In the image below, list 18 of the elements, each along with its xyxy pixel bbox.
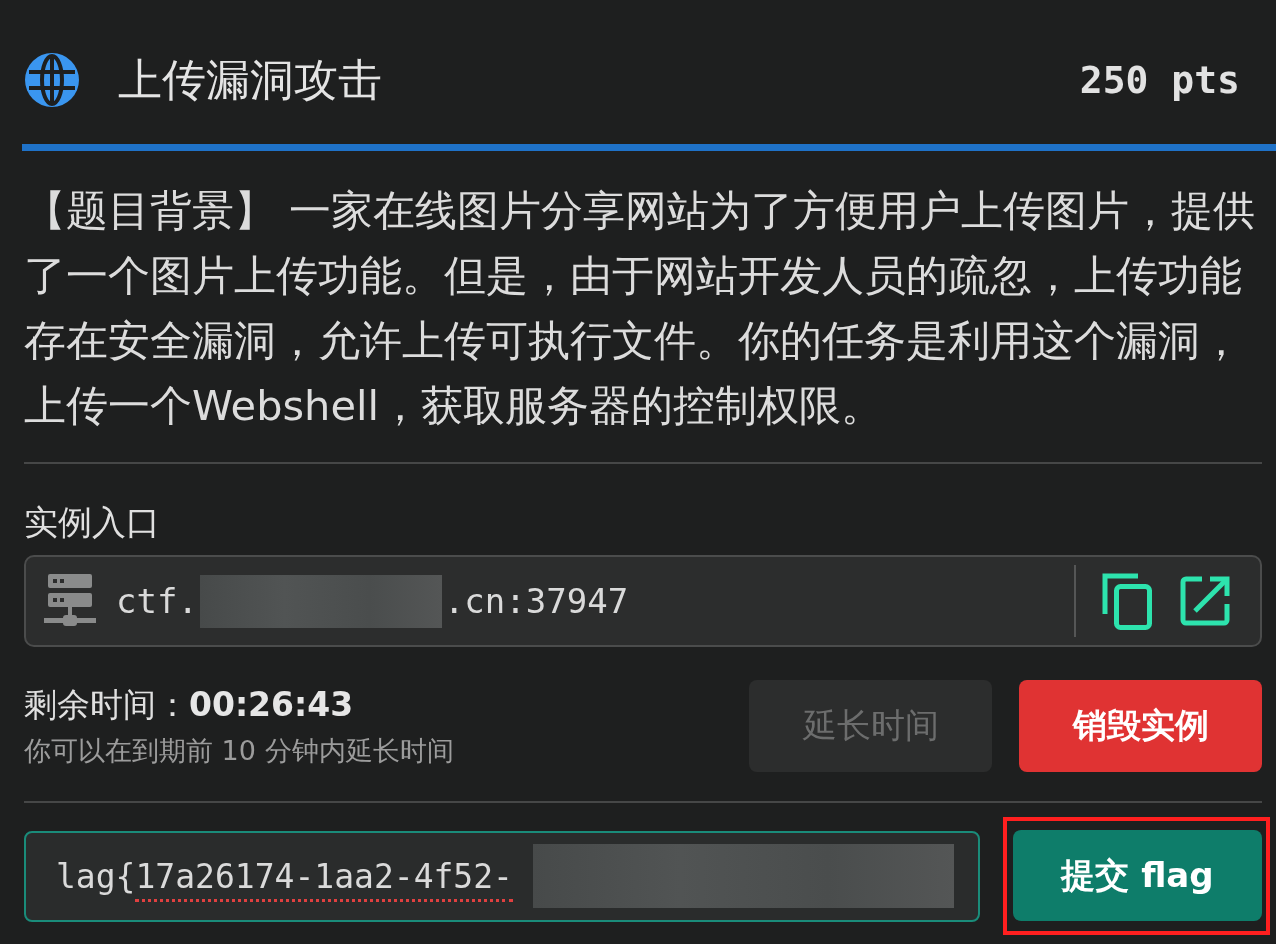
section-label: 实例入口 — [24, 501, 160, 543]
address-text: .cn:37947 — [443, 581, 629, 621]
points-text: 250 pts — [1079, 58, 1240, 102]
flag-text: lag{ — [56, 856, 136, 898]
submit-flag-button[interactable]: 提交 flag — [1013, 830, 1262, 921]
time-value: 00:26:43 — [189, 684, 354, 726]
flag-text: 17a26174-1aa2-4f52- — [135, 856, 513, 902]
flag-input[interactable]: lag{17a26174-1aa2-4f52- — [24, 830, 980, 922]
challenge-title: 上传漏洞攻击 — [118, 52, 382, 107]
destroy-button[interactable]: 销毁实例 — [1019, 680, 1262, 772]
copy-icon[interactable] — [1102, 572, 1152, 630]
description-text: 【题目背景】 一家在线图片分享网站为了方便用户上传图片，提供了一个图片上传功能。但是，由于网站开发人员的疏忽，上传功能存在安全漏洞，允许上传可执行文件。你的任务是利用这个漏洞，上传一个Webshell，获取服务器的控制权限。 — [24, 185, 1257, 432]
hint-text: 你可以在到期前 10 分钟内延长时间 — [24, 734, 454, 768]
globe-icon — [24, 52, 80, 108]
address-text: ctf. — [116, 581, 198, 621]
open-external-icon[interactable] — [1180, 576, 1230, 626]
server-icon — [44, 574, 96, 628]
time-label: 剩余时间： — [24, 684, 189, 726]
